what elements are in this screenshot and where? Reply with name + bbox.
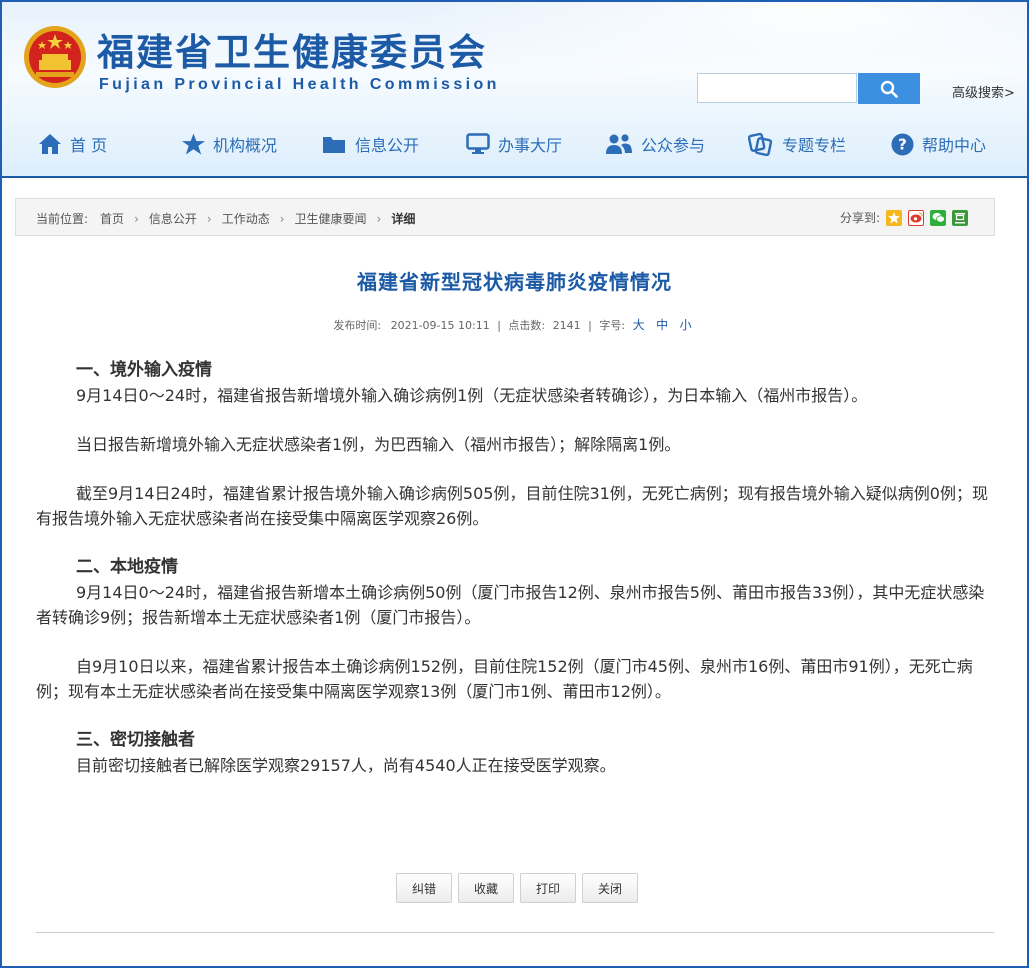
paragraph: 截至9月14日24时，福建省累计报告境外输入确诊病例505例，目前住院31例，无…	[36, 484, 988, 528]
folder-icon	[323, 137, 345, 153]
nav-item-label: 帮助中心	[922, 136, 987, 155]
douban-icon[interactable]	[952, 209, 968, 226]
nav-item-label: 信息公开	[355, 136, 420, 155]
monitor-icon	[466, 133, 490, 154]
paragraph: 9月14日0～24时，福建省报告新增境外输入确诊病例1例（无症状感染者转确诊），…	[76, 386, 868, 405]
advanced-search-link[interactable]: 高级搜索>	[952, 82, 1015, 101]
qzone-icon[interactable]	[886, 209, 902, 226]
fontsize-medium-link[interactable]: 中	[656, 318, 668, 332]
nav-item-home[interactable]: 首 页	[38, 132, 107, 156]
clicks-count: 2141	[552, 319, 581, 332]
site-subtitle: Fujian Provincial Health Commission	[99, 76, 500, 93]
search-icon	[880, 80, 898, 98]
meta-separator: |	[588, 319, 592, 332]
star-icon	[182, 133, 205, 155]
section-heading: 三、密切接触者	[76, 730, 195, 750]
clicks-label: 点击数:	[508, 319, 546, 332]
fontsize-small-link[interactable]: 小	[680, 318, 692, 332]
breadcrumb: 当前位置: 首页 › 信息公开 › 工作动态 › 卫生健康要闻 › 详细	[36, 210, 415, 227]
section-heading: 二、本地疫情	[76, 557, 178, 577]
nav-item-help[interactable]: ? 帮助中心	[891, 132, 986, 156]
search-input[interactable]	[697, 73, 857, 103]
share-bar: 分享到:	[840, 209, 968, 226]
nav-item-topics[interactable]: 专题专栏	[748, 132, 846, 156]
breadcrumb-current: 详细	[391, 212, 416, 226]
breadcrumb-item-health-news[interactable]: 卫生健康要闻	[295, 210, 367, 227]
article-meta: 发布时间: 2021-09-15 10:11 | 点击数: 2141 | 字号:…	[0, 316, 1029, 333]
national-emblem-icon	[24, 26, 86, 88]
favorite-button[interactable]: 收藏	[458, 873, 514, 903]
breadcrumb-item-work-news[interactable]: 工作动态	[222, 210, 270, 227]
home-icon	[39, 134, 61, 154]
article-content: 一、境外输入疫情 9月14日0～24时，福建省报告新增境外输入确诊病例1例（无症…	[36, 358, 996, 778]
action-buttons: 纠错 收藏 打印 关闭	[396, 873, 638, 903]
fontsize-large-link[interactable]: 大	[633, 318, 645, 332]
site-title: 福建省卫生健康委员会	[97, 31, 487, 74]
breadcrumb-separator: ›	[279, 211, 285, 226]
paragraph: 自9月10日以来，福建省累计报告本土确诊病例152例，目前住院152例（厦门市4…	[36, 657, 973, 701]
people-icon	[606, 134, 632, 154]
nav-item-label: 专题专栏	[782, 136, 847, 155]
meta-separator: |	[497, 319, 501, 332]
paragraph: 9月14日0～24时，福建省报告新增本土确诊病例50例（厦门市报告12例、泉州市…	[36, 583, 985, 627]
nav-item-label: 机构概况	[213, 136, 278, 155]
search-button[interactable]	[858, 73, 920, 104]
weibo-icon[interactable]	[908, 209, 924, 226]
paragraph: 当日报告新增境外输入无症状感染者1例，为巴西输入（福州市报告）；解除隔离1例。	[76, 435, 681, 454]
print-button[interactable]: 打印	[520, 873, 576, 903]
nav-item-label: 办事大厅	[498, 136, 563, 155]
correct-button[interactable]: 纠错	[396, 873, 452, 903]
breadcrumb-prefix: 当前位置:	[36, 212, 89, 226]
nav-item-about[interactable]: 机构概况	[182, 132, 277, 156]
paragraph: 目前密切接触者已解除医学观察29157人，尚有4540人正在接受医学观察。	[76, 756, 616, 775]
svg-text:?: ?	[898, 135, 907, 153]
share-label: 分享到:	[839, 211, 880, 225]
nav-item-disclosure[interactable]: 信息公开	[322, 132, 419, 156]
breadcrumb-separator: ›	[206, 211, 212, 226]
nav-item-label: 首 页	[70, 136, 108, 155]
main-nav: 首 页 机构概况 信息公开 办事大厅 公众参与 专题专栏 ? 帮助中心	[2, 120, 1027, 170]
breadcrumb-item-disclosure[interactable]: 信息公开	[149, 210, 197, 227]
header-divider	[2, 176, 1027, 178]
nav-item-participation[interactable]: 公众参与	[605, 132, 705, 156]
fontsize-label: 字号:	[599, 319, 626, 332]
wechat-icon[interactable]	[930, 209, 946, 226]
publish-label: 发布时间:	[333, 319, 382, 332]
help-icon: ?	[891, 133, 914, 155]
article-title: 福建省新型冠状病毒肺炎疫情情况	[357, 270, 672, 294]
nav-item-service-hall[interactable]: 办事大厅	[466, 132, 562, 156]
section-heading: 一、境外输入疫情	[76, 360, 212, 380]
footer-divider	[36, 932, 994, 933]
breadcrumb-bar: 当前位置: 首页 › 信息公开 › 工作动态 › 卫生健康要闻 › 详细 分享到…	[15, 198, 995, 236]
site-header: 福建省卫生健康委员会 Fujian Provincial Health Comm…	[2, 2, 1027, 178]
close-button[interactable]: 关闭	[582, 873, 638, 903]
publish-time: 2021-09-15 10:11	[390, 319, 490, 332]
tags-icon	[748, 132, 773, 156]
breadcrumb-item-home[interactable]: 首页	[100, 210, 124, 227]
breadcrumb-separator: ›	[134, 211, 139, 226]
breadcrumb-separator: ›	[376, 211, 382, 226]
nav-item-label: 公众参与	[641, 136, 706, 155]
